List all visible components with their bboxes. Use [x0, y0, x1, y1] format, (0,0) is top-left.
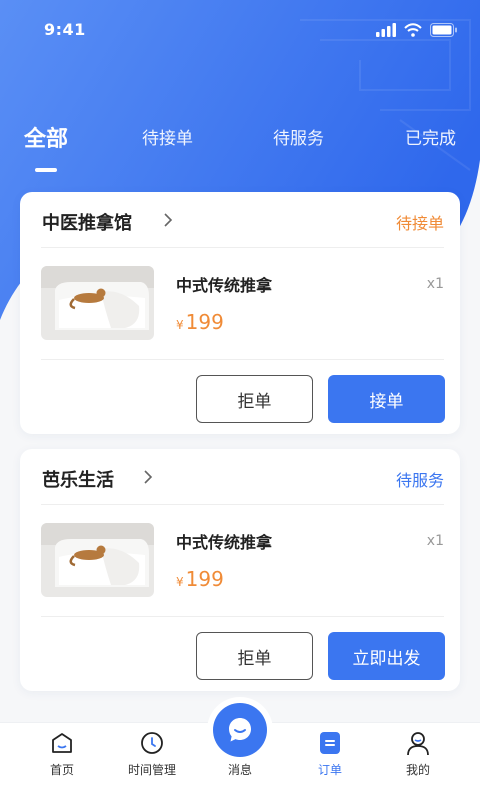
depart-button[interactable]: 立即出发 — [328, 632, 445, 680]
tab-completed[interactable]: 已完成 — [405, 124, 456, 149]
order-status: 待接单 — [395, 214, 444, 233]
price-value: 199 — [185, 567, 224, 591]
signal-icon — [376, 23, 396, 37]
clock-icon — [141, 732, 163, 754]
price: ¥199 — [176, 567, 224, 591]
product-name: 中式传统推拿 — [176, 533, 273, 552]
nav-orders[interactable]: 订单 — [290, 723, 370, 800]
quantity: x1 — [426, 533, 444, 549]
chevron-right-icon — [144, 470, 153, 484]
divider — [41, 504, 444, 505]
divider — [41, 247, 444, 248]
status-bar: 9:41 — [0, 0, 480, 60]
nav-label: 订单 — [317, 763, 342, 777]
battery-icon — [430, 23, 457, 37]
product-image — [41, 523, 154, 597]
order-icon — [320, 732, 340, 754]
home-icon — [52, 733, 72, 753]
product-name: 中式传统推拿 — [176, 276, 273, 295]
tab-all[interactable]: 全部 — [24, 121, 68, 153]
chevron-right-icon — [164, 213, 173, 227]
currency-symbol: ¥ — [176, 575, 184, 589]
accept-button[interactable]: 接单 — [328, 375, 445, 423]
nav-time-management[interactable]: 时间管理 — [112, 723, 192, 800]
reject-button[interactable]: 拒单 — [196, 632, 313, 680]
shop-name: 芭乐生活 — [42, 470, 114, 491]
order-tabs: 全部 待接单 待服务 已完成 — [0, 124, 480, 184]
divider — [41, 616, 444, 617]
reject-button[interactable]: 拒单 — [196, 375, 313, 423]
nav-label: 消息 — [227, 763, 252, 777]
status-icons — [376, 22, 458, 38]
order-card: 芭乐生活 待服务 中式传统推拿 x1 ¥199 拒单 立即出发 — [20, 449, 460, 691]
nav-home[interactable]: 首页 — [22, 723, 102, 800]
product-image — [41, 266, 154, 340]
tab-pending-service[interactable]: 待服务 — [273, 124, 324, 149]
nav-label: 首页 — [49, 763, 74, 777]
message-button[interactable] — [213, 703, 267, 757]
currency-symbol: ¥ — [176, 318, 184, 332]
card-header[interactable]: 中医推拿馆 待接单 — [20, 192, 460, 248]
order-card: 中医推拿馆 待接单 中式传统推拿 x1 ¥199 拒单 接单 — [20, 192, 460, 434]
message-icon — [229, 718, 251, 742]
price-value: 199 — [185, 310, 224, 334]
quantity: x1 — [426, 276, 444, 292]
shop-name: 中医推拿馆 — [42, 213, 132, 234]
card-header[interactable]: 芭乐生活 待服务 — [20, 449, 460, 505]
divider — [41, 359, 444, 360]
nav-label: 我的 — [405, 763, 430, 777]
price: ¥199 — [176, 310, 224, 334]
nav-label: 时间管理 — [127, 763, 176, 777]
profile-icon — [407, 732, 429, 756]
wifi-icon — [404, 23, 422, 37]
tab-pending-accept[interactable]: 待接单 — [142, 124, 193, 149]
nav-profile[interactable]: 我的 — [378, 723, 458, 800]
status-time: 9:41 — [44, 20, 86, 39]
order-status: 待服务 — [395, 471, 444, 490]
tab-active-indicator — [35, 168, 57, 172]
